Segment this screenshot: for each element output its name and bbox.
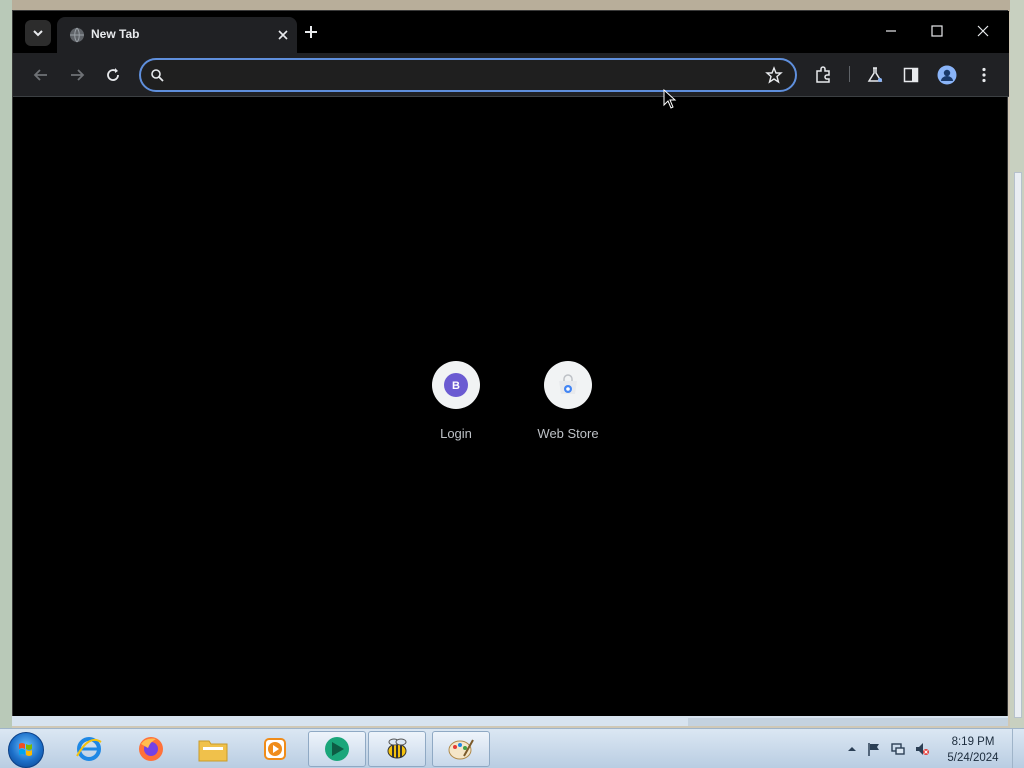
shortcut-web-store[interactable]: Web Store <box>512 361 624 451</box>
search-icon <box>151 69 164 82</box>
new-tab-button[interactable] <box>301 22 321 42</box>
chevron-down-icon <box>33 30 43 37</box>
taskbar-green-app[interactable] <box>308 731 366 767</box>
minimize-icon <box>886 30 896 32</box>
taskbar-firefox[interactable] <box>122 731 180 767</box>
toolbar <box>13 53 1009 97</box>
back-arrow-icon <box>33 69 47 81</box>
taskbar-media-player[interactable] <box>246 731 304 767</box>
minimize-button[interactable] <box>879 21 903 41</box>
firefox-icon <box>139 737 163 761</box>
tab-title: New Tab <box>91 27 140 41</box>
back-button[interactable] <box>31 65 51 85</box>
new-tab-page: B Login Web Store <box>18 98 1004 710</box>
shortcut-label: Web Store <box>537 426 599 441</box>
taskbar-paint[interactable] <box>432 731 490 767</box>
mouse-cursor-icon <box>663 89 677 109</box>
show-hidden-icons-icon[interactable] <box>844 741 860 757</box>
action-center-flag-icon[interactable] <box>866 741 882 757</box>
start-button[interactable] <box>8 732 44 768</box>
volume-muted-icon[interactable] <box>914 741 930 757</box>
side-panel-icon <box>903 67 919 83</box>
show-desktop-button[interactable] <box>1012 729 1024 768</box>
forward-arrow-icon <box>71 69 85 81</box>
login-favicon-icon: B <box>444 373 468 397</box>
clock-time: 8:19 PM <box>951 736 995 748</box>
vertical-scrollbar[interactable] <box>1014 172 1022 718</box>
windows-logo-icon <box>19 743 32 756</box>
internet-explorer-icon <box>76 737 102 761</box>
shortcut-icon-circle: B <box>432 361 480 409</box>
shortcut-label: Login <box>440 426 472 441</box>
shortcut-login[interactable]: B Login <box>400 361 512 451</box>
address-bar[interactable] <box>139 58 797 92</box>
system-clock[interactable]: 8:19 PM 5/24/2024 <box>940 734 1006 766</box>
paint-icon <box>448 739 474 760</box>
file-explorer-icon <box>198 740 228 762</box>
labs-button[interactable] <box>865 65 885 85</box>
browser-window: New Tab B Login Web Store <box>12 10 1009 718</box>
bee-app-icon <box>387 738 407 759</box>
green-app-icon <box>325 737 349 761</box>
title-bar: New Tab <box>13 11 1009 53</box>
web-store-icon <box>559 374 577 394</box>
puzzle-icon <box>816 66 830 83</box>
taskbar-internet-explorer[interactable] <box>60 731 118 767</box>
globe-icon <box>70 27 84 43</box>
address-input[interactable] <box>177 66 747 86</box>
horizontal-scrollbar[interactable] <box>688 718 1008 726</box>
menu-button[interactable] <box>974 65 994 85</box>
login-initial: B <box>452 380 460 392</box>
taskbar: 8:19 PM 5/24/2024 <box>0 728 1024 768</box>
close-window-button[interactable] <box>971 21 995 41</box>
more-vertical-icon <box>982 67 986 83</box>
network-icon[interactable] <box>890 741 906 757</box>
taskbar-file-explorer[interactable] <box>184 731 242 767</box>
maximize-button[interactable] <box>925 21 949 41</box>
bookmark-star-icon[interactable] <box>765 66 783 84</box>
profile-button[interactable] <box>937 65 957 85</box>
forward-button[interactable] <box>67 65 87 85</box>
close-icon <box>977 25 989 37</box>
avatar-icon <box>937 65 957 85</box>
toolbar-divider <box>849 66 850 82</box>
extensions-button[interactable] <box>813 65 833 85</box>
shortcut-icon-circle <box>544 361 592 409</box>
reload-icon <box>107 68 119 81</box>
clock-date: 5/24/2024 <box>947 752 999 764</box>
taskbar-bee-app[interactable] <box>368 731 426 767</box>
flask-icon <box>867 67 883 82</box>
media-player-icon <box>264 738 286 760</box>
maximize-icon <box>931 25 943 37</box>
side-panel-button[interactable] <box>901 65 921 85</box>
tab-search-button[interactable] <box>25 20 51 46</box>
close-tab-icon[interactable] <box>275 27 291 43</box>
reload-button[interactable] <box>103 65 123 85</box>
tab-new-tab[interactable]: New Tab <box>57 17 297 53</box>
